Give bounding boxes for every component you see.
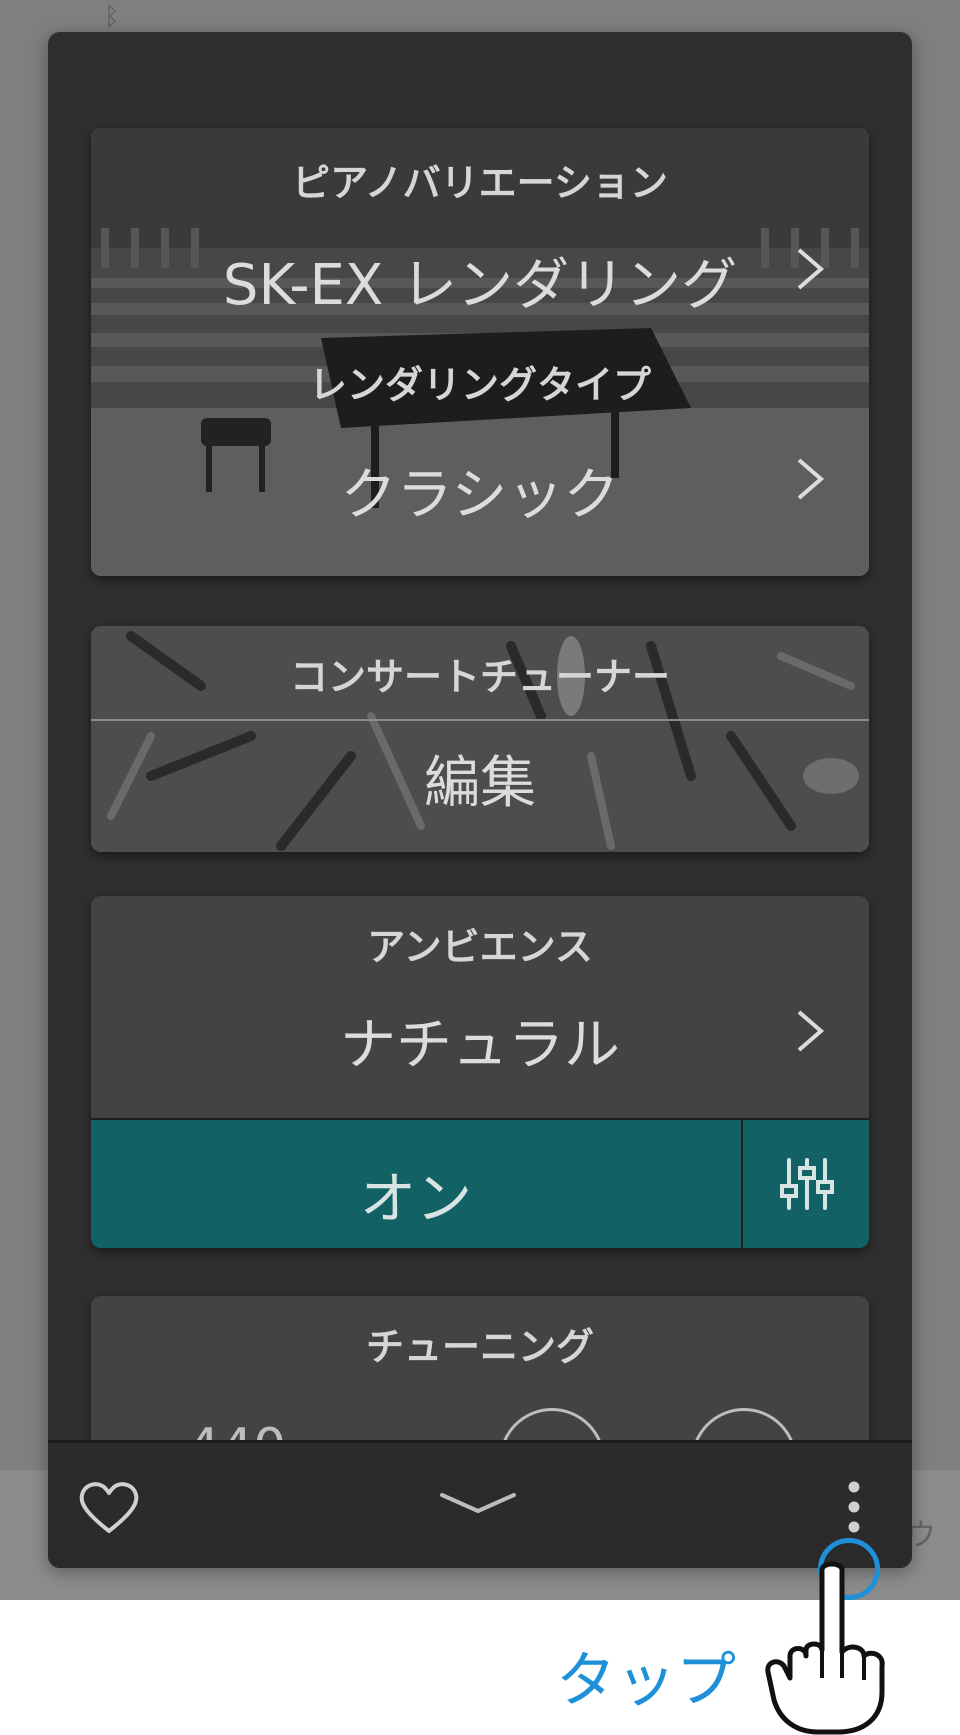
rendering-type-label: レンダリングタイプ	[308, 363, 651, 407]
ambience-type-row[interactable]: アンビエンス ナチュラル	[91, 896, 869, 1118]
concert-tuner-edit-button[interactable]: 編集	[91, 738, 869, 819]
rendering-type-value: クラシック	[340, 463, 620, 528]
tap-label: タップ	[556, 1646, 736, 1716]
ambience-value: ナチュラル	[340, 1013, 620, 1078]
ambience-card: アンビエンス ナチュラル オン	[91, 896, 869, 1248]
heart-icon	[79, 1482, 139, 1533]
concert-tuner-card[interactable]: コンサートチューナー 編集	[91, 626, 869, 852]
rendering-type-row[interactable]: レンダリングタイプ クラシック	[91, 348, 869, 576]
tuning-label: チューニング	[365, 1325, 594, 1369]
tap-hand-icon	[765, 1561, 885, 1735]
chevron-right-icon	[797, 1010, 825, 1052]
sound-settings-panel: ピアノバリエーション SK-EX レンダリング レンダリングタイプ クラシック	[48, 32, 912, 1568]
concert-tuner-label: コンサートチューナー	[289, 655, 670, 699]
favorite-button[interactable]	[78, 1479, 140, 1535]
piano-variation-value: SK-EX レンダリング	[222, 253, 738, 318]
chevron-down-icon	[440, 1493, 516, 1514]
more-menu-button[interactable]	[842, 1477, 866, 1543]
piano-variation-row[interactable]: ピアノバリエーション SK-EX レンダリング	[91, 128, 869, 338]
bottom-bar	[48, 1440, 912, 1568]
chevron-right-icon	[797, 248, 825, 290]
chevron-right-icon	[797, 458, 825, 500]
collapse-button[interactable]	[438, 1489, 518, 1519]
sliders-icon	[780, 1158, 834, 1210]
ambience-label: アンビエンス	[367, 925, 593, 969]
ambience-settings-button[interactable]	[741, 1118, 869, 1248]
bluetooth-icon: ᛒ	[104, 2, 120, 32]
divider	[91, 719, 869, 721]
piano-variation-label: ピアノバリエーション	[292, 161, 668, 205]
piano-variation-card: ピアノバリエーション SK-EX レンダリング レンダリングタイプ クラシック	[91, 128, 869, 576]
ambience-toggle-button[interactable]: オン	[91, 1118, 741, 1248]
more-vertical-icon	[848, 1481, 860, 1533]
ambience-toggle-label: オン	[360, 1167, 472, 1232]
